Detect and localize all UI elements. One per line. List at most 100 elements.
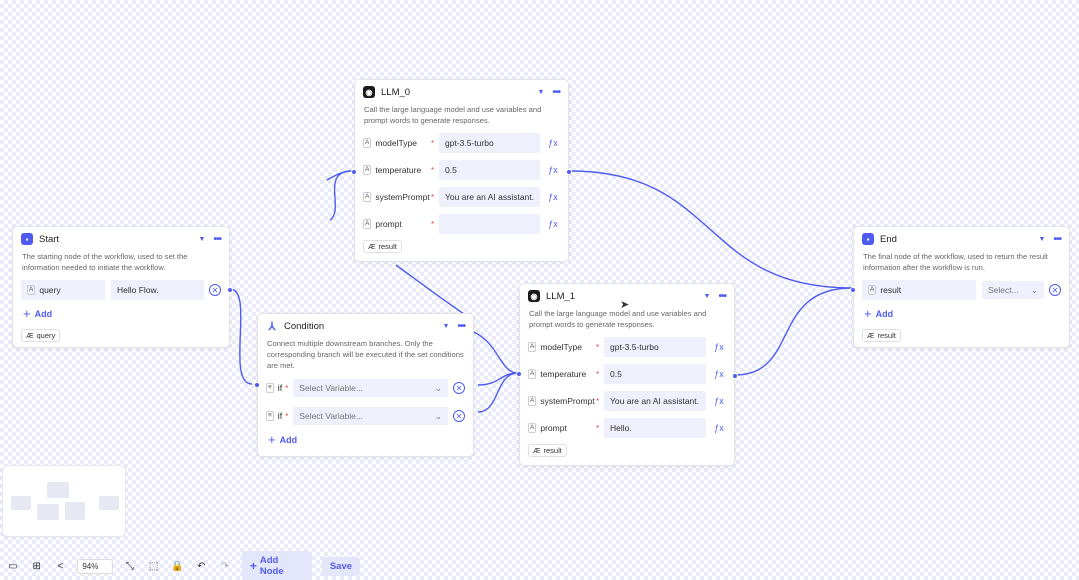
node-description: The final node of the workflow, used to … [863, 252, 1048, 272]
node-description: The starting node of the workflow, used … [22, 252, 188, 272]
variable-ref-icon[interactable]: ƒx [712, 396, 726, 406]
text-type-icon: A [363, 138, 372, 148]
variable-ref-icon[interactable]: ƒx [712, 423, 726, 433]
input-port[interactable] [254, 382, 260, 388]
edge-if2-llm1 [477, 372, 519, 413]
add-node-button[interactable]: + Add Node [241, 551, 312, 580]
output-port[interactable] [732, 373, 738, 379]
lock-icon[interactable]: 🔒 [171, 561, 185, 572]
mouse-cursor-icon: ➤ [620, 299, 630, 311]
output-port[interactable] [227, 287, 233, 293]
param-value[interactable]: You are an AI assistant. [439, 187, 540, 207]
add-button[interactable]: + Add [864, 306, 1059, 321]
param-name-field[interactable]: Aresult [862, 280, 976, 300]
plus-icon: + [23, 306, 31, 321]
param-name: prompt [540, 423, 567, 433]
plus-icon: + [249, 559, 257, 573]
variable-select[interactable]: Select Variable... ⌄ [293, 379, 448, 397]
edge-condition-llm0-b [326, 170, 353, 181]
param-value[interactable]: 0.5 [439, 160, 540, 180]
end-node[interactable]: ▪ End ▼ ••• The final node of the workfl… [850, 226, 1070, 348]
edge-llm1-end [734, 287, 853, 376]
more-icon[interactable]: ••• [457, 321, 465, 332]
variable-ref-icon[interactable]: ƒx [712, 369, 726, 379]
screen-icon[interactable]: ▭ [6, 561, 20, 572]
edge-start-condition [229, 288, 253, 385]
minimap-node [65, 502, 85, 520]
input-port[interactable] [516, 371, 522, 377]
remove-icon[interactable]: ✕ [453, 410, 465, 422]
param-value[interactable]: You are an AI assistant. [604, 391, 706, 411]
minimap[interactable] [2, 465, 126, 537]
chevron-down-icon[interactable]: ▼ [702, 293, 713, 300]
node-title[interactable]: End [880, 234, 1031, 245]
variable-select[interactable]: Select... ⌄ [982, 281, 1044, 299]
input-port[interactable] [351, 169, 357, 175]
node-title[interactable]: Start [39, 234, 191, 245]
edge-llm0-llm1 [395, 264, 471, 319]
chevron-down-icon[interactable]: ▼ [441, 323, 452, 330]
redo-icon[interactable]: ↷ [218, 561, 232, 572]
fit-view-icon[interactable]: ⤡ [123, 561, 137, 572]
text-type-icon: A [528, 423, 537, 433]
output-tag: Æresult [862, 329, 901, 342]
text-type-icon: A [528, 342, 537, 352]
undo-icon[interactable]: ↶ [194, 561, 208, 572]
text-type-icon: Æ [867, 331, 875, 340]
variable-ref-icon[interactable]: ƒx [546, 165, 560, 175]
text-type-icon: Æ [26, 331, 34, 340]
node-title[interactable]: Condition [284, 321, 435, 332]
param-value[interactable]: Hello. [604, 418, 706, 438]
start-node[interactable]: ▪ Start ▼ ••• The starting node of the w… [12, 226, 233, 348]
grid-icon[interactable]: ⊞ [30, 561, 44, 572]
llm-node-0[interactable]: ◉ LLM_0 ▼ ••• Call the large language mo… [351, 79, 572, 262]
param-value[interactable]: Hello Flow. [111, 280, 204, 300]
param-value[interactable] [439, 214, 540, 234]
param-name: modelType [540, 342, 582, 352]
chevron-down-icon[interactable]: ▼ [197, 236, 208, 243]
condition-type-icon: ≡ [266, 383, 274, 393]
add-button[interactable]: + Add [23, 306, 219, 321]
remove-icon[interactable]: ✕ [1049, 284, 1061, 296]
variable-ref-icon[interactable]: ƒx [546, 192, 560, 202]
openai-icon: ◉ [528, 290, 540, 302]
chevron-down-icon: ⌄ [434, 410, 442, 421]
zoom-out-icon[interactable]: < [54, 561, 68, 572]
variable-ref-icon[interactable]: ƒx [546, 138, 560, 148]
remove-icon[interactable]: ✕ [453, 382, 465, 394]
node-title[interactable]: LLM_0 [381, 87, 530, 98]
output-tag: Æresult [363, 240, 402, 253]
remove-icon[interactable]: ✕ [209, 284, 221, 296]
more-icon[interactable]: ••• [552, 87, 560, 98]
chevron-down-icon[interactable]: ▼ [536, 89, 547, 96]
param-value[interactable]: gpt-3.5-turbo [604, 337, 706, 357]
add-button[interactable]: + Add [268, 432, 463, 447]
param-value[interactable]: 0.5 [604, 364, 706, 384]
node-description: Call the large language model and use va… [529, 309, 707, 329]
condition-label: if [277, 383, 283, 393]
param-name-field[interactable]: Aquery [21, 280, 105, 300]
text-type-icon: A [868, 285, 877, 295]
more-icon[interactable]: ••• [213, 234, 221, 245]
chevron-down-icon: ⌄ [434, 382, 442, 393]
select-icon[interactable]: ⬚ [147, 561, 161, 572]
more-icon[interactable]: ••• [718, 291, 726, 302]
variable-select[interactable]: Select Variable... ⌄ [293, 407, 448, 425]
output-port[interactable] [566, 169, 572, 175]
text-type-icon: A [528, 369, 537, 379]
zoom-level[interactable]: 94% [77, 558, 113, 574]
variable-ref-icon[interactable]: ƒx [712, 342, 726, 352]
text-type-icon: A [363, 165, 372, 175]
chevron-down-icon[interactable]: ▼ [1037, 236, 1048, 243]
node-description: Call the large language model and use va… [364, 105, 542, 125]
param-value[interactable]: gpt-3.5-turbo [439, 133, 540, 153]
more-icon[interactable]: ••• [1053, 234, 1061, 245]
node-description: Connect multiple downstream branches. On… [267, 339, 464, 370]
edge-llm0-end [569, 170, 853, 289]
save-button[interactable]: Save [321, 556, 361, 576]
minimap-node [11, 496, 31, 510]
condition-node[interactable]: ⅄ Condition ▼ ••• Connect multiple downs… [254, 313, 474, 457]
variable-ref-icon[interactable]: ƒx [546, 219, 560, 229]
param-name: systemPrompt [540, 396, 595, 406]
input-port[interactable] [850, 287, 856, 293]
